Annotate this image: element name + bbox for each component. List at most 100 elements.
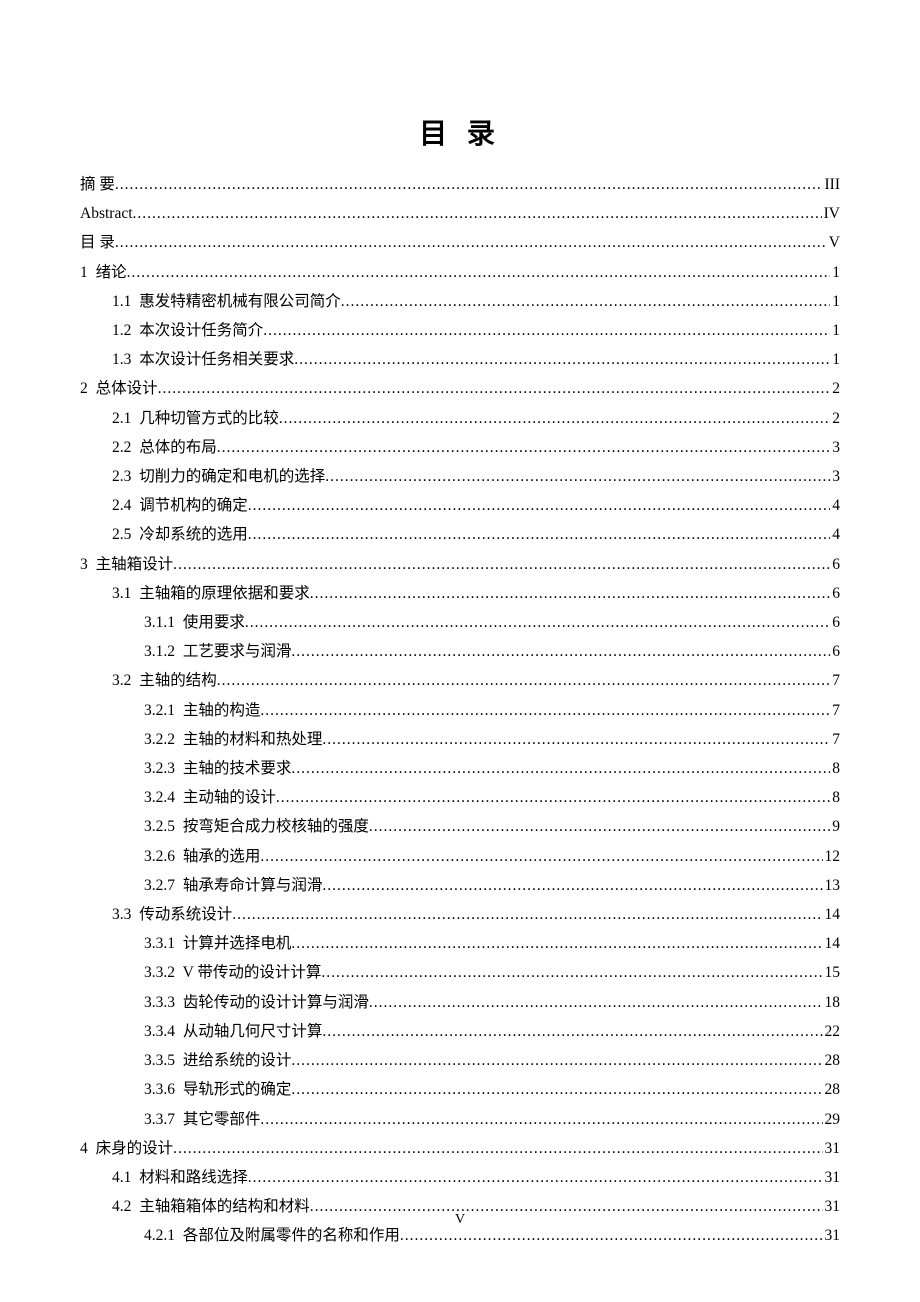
toc-entry: 2.2 总体的布局 3	[80, 433, 840, 462]
toc-leader-dots	[279, 404, 830, 433]
toc-entry-page: 18	[823, 988, 841, 1017]
toc-entry: 2 总体设计 2	[80, 374, 840, 403]
toc-entry-text: 传动系统设计	[139, 906, 232, 923]
toc-entry-number: 3.2.1	[144, 702, 175, 719]
toc-entry: 3.3.1 计算并选择电机 14	[80, 929, 840, 958]
toc-entry: 1.2 本次设计任务简介 1	[80, 316, 840, 345]
toc-entry-number: 3.2.5	[144, 818, 175, 835]
toc-entry-text: 绪论	[96, 264, 127, 281]
toc-entry-text: 各部位及附属零件的名称和作用	[183, 1227, 400, 1244]
toc-leader-dots	[217, 433, 830, 462]
toc-entry-text: 其它零部件	[183, 1111, 261, 1128]
toc-entry-label: 3.2.2 主轴的材料和热处理	[144, 725, 322, 754]
toc-entry-number: 3.3.7	[144, 1111, 175, 1128]
toc-entry-page: 1	[830, 287, 840, 316]
toc-entry: 目 录 V	[80, 228, 840, 257]
toc-entry-label: 3.2.5 按弯矩合成力校核轴的强度	[144, 812, 369, 841]
toc-leader-dots	[291, 637, 830, 666]
toc-entry-page: 28	[823, 1046, 841, 1075]
toc-entry-label: 2.1 几种切管方式的比较	[112, 404, 279, 433]
toc-leader-dots	[217, 666, 830, 695]
toc-entry-page: III	[823, 170, 841, 199]
toc-entry-text: 调节机构的确定	[139, 497, 248, 514]
toc-leader-dots	[248, 491, 830, 520]
toc-entry-page: 6	[830, 637, 840, 666]
toc-entry: 2.1 几种切管方式的比较 2	[80, 404, 840, 433]
toc-entry-number: 1.2	[112, 322, 131, 339]
toc-entry-label: 1.3 本次设计任务相关要求	[112, 345, 294, 374]
toc-entry: 3.3.3 齿轮传动的设计计算与润滑 18	[80, 988, 840, 1017]
toc-leader-dots	[127, 258, 831, 287]
toc-entry-page: 8	[830, 783, 840, 812]
toc-entry-text: 主轴箱的原理依据和要求	[139, 585, 310, 602]
toc-entry-number: 3.3.5	[144, 1052, 175, 1069]
toc-entry-page: 7	[830, 725, 840, 754]
toc-leader-dots	[322, 1017, 822, 1046]
toc-entry-number: 3.2.2	[144, 731, 175, 748]
toc-leader-dots	[294, 345, 830, 374]
toc-entry-label: 3.3.1 计算并选择电机	[144, 929, 291, 958]
toc-entry: 1.3 本次设计任务相关要求 1	[80, 345, 840, 374]
toc-entry-page: 14	[823, 929, 841, 958]
toc-entry-page: 4	[830, 491, 840, 520]
toc-entry-label: 3.3.3 齿轮传动的设计计算与润滑	[144, 988, 369, 1017]
toc-entry-text: V 带传动的设计计算	[183, 964, 322, 981]
toc-entry: 3.2 主轴的结构 7	[80, 666, 840, 695]
toc-entry-number: 3.2.4	[144, 789, 175, 806]
toc-leader-dots	[173, 550, 830, 579]
toc-entry-label: 3.3.5 进给系统的设计	[144, 1046, 291, 1075]
toc-entry-page: 14	[823, 900, 841, 929]
toc-entry-text: 床身的设计	[96, 1140, 174, 1157]
toc-entry-number: 3	[80, 556, 88, 573]
toc-entry: 3.2.5 按弯矩合成力校核轴的强度 9	[80, 812, 840, 841]
toc-entry-number: 3.3.3	[144, 994, 175, 1011]
toc-entry-label: 4 床身的设计	[80, 1134, 173, 1163]
toc-entry-label: 3.3.4 从动轴几何尺寸计算	[144, 1017, 322, 1046]
toc-entry: Abstract IV	[80, 199, 840, 228]
toc-entry-text: 几种切管方式的比较	[139, 410, 279, 427]
toc-entry-text: 进给系统的设计	[183, 1052, 292, 1069]
toc-entry-text: 按弯矩合成力校核轴的强度	[183, 818, 369, 835]
toc-entry-text: 主轴的材料和热处理	[183, 731, 323, 748]
toc-entry-page: 13	[823, 871, 841, 900]
toc-entry-number: 3.2.3	[144, 760, 175, 777]
toc-entry-label: 2.5 冷却系统的选用	[112, 520, 248, 549]
toc-entry-label: 2.3 切削力的确定和电机的选择	[112, 462, 325, 491]
toc-entry: 3.1 主轴箱的原理依据和要求 6	[80, 579, 840, 608]
toc-entry-number: 4	[80, 1140, 88, 1157]
toc-entry-label: 2.4 调节机构的确定	[112, 491, 248, 520]
toc-entry-label: 1 绪论	[80, 258, 127, 287]
toc-leader-dots	[248, 520, 830, 549]
toc-entry-number: 3.1.1	[144, 614, 175, 631]
toc-entry-label: 3 主轴箱设计	[80, 550, 173, 579]
toc-entry: 3.2.3 主轴的技术要求 8	[80, 754, 840, 783]
toc-entry-label: 3.2.7 轴承寿命计算与润滑	[144, 871, 322, 900]
toc-entry-number: 3.1.2	[144, 643, 175, 660]
toc-entry-page: 1	[830, 345, 840, 374]
toc-entry: 3.2.6 轴承的选用 12	[80, 842, 840, 871]
toc-entry-label: 目 录	[80, 228, 115, 257]
toc-leader-dots	[291, 754, 830, 783]
toc-leader-dots	[310, 579, 830, 608]
toc-entry-page: 6	[830, 579, 840, 608]
toc-entry-label: 3.2.6 轴承的选用	[144, 842, 260, 871]
toc-entry-label: 3.1.1 使用要求	[144, 608, 245, 637]
toc-entry-number: 3.3.6	[144, 1081, 175, 1098]
toc-entry-label: 3.2.4 主动轴的设计	[144, 783, 276, 812]
toc-entry-number: 3.2.7	[144, 877, 175, 894]
toc-entry: 2.5 冷却系统的选用 4	[80, 520, 840, 549]
toc-entry-page: IV	[822, 199, 840, 228]
toc-entry-label: 3.3.2 V 带传动的设计计算	[144, 958, 321, 987]
toc-entry: 3.2.2 主轴的材料和热处理 7	[80, 725, 840, 754]
toc-leader-dots	[369, 812, 830, 841]
toc-entry-text: 总体设计	[96, 380, 158, 397]
toc-entry: 3.1.2 工艺要求与润滑 6	[80, 637, 840, 666]
toc-entry-page: 22	[823, 1017, 841, 1046]
toc-entry: 3.3.7 其它零部件 29	[80, 1105, 840, 1134]
toc-entry-label: 3.3 传动系统设计	[112, 900, 232, 929]
toc-entry-text: 材料和路线选择	[139, 1169, 248, 1186]
toc-entry-number: 3.2	[112, 672, 131, 689]
toc-leader-dots	[260, 1105, 822, 1134]
toc-entry-label: Abstract	[80, 199, 133, 228]
toc-leader-dots	[325, 462, 830, 491]
